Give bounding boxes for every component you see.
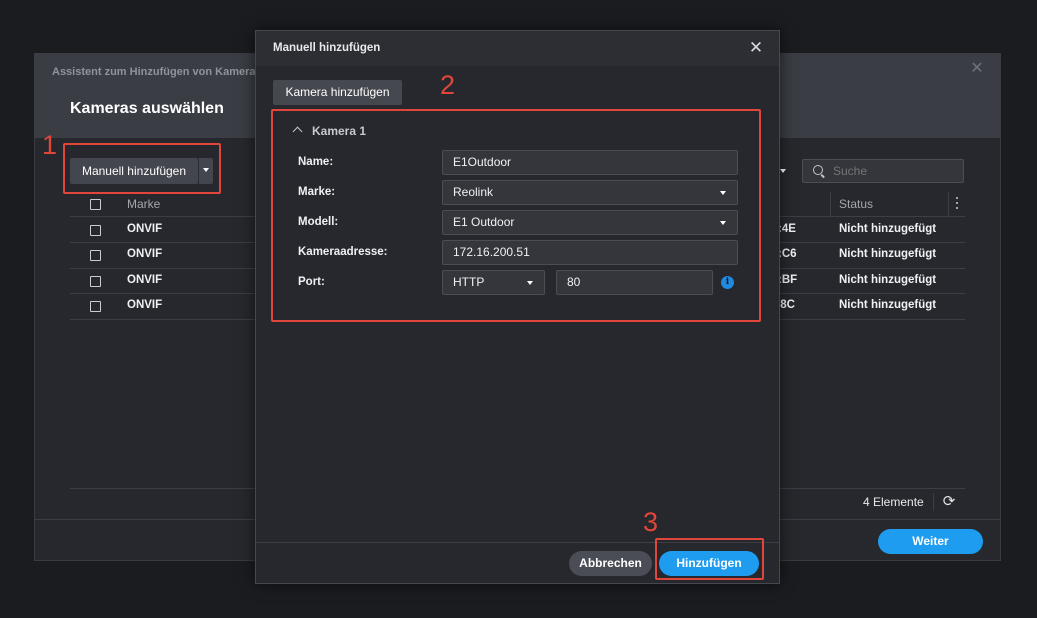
column-divider	[830, 192, 831, 216]
row-checkbox[interactable]	[90, 301, 101, 312]
annotation-number-1: 1	[42, 130, 58, 160]
more-vertical-icon[interactable]	[956, 197, 959, 209]
annotation-box-2	[271, 109, 761, 322]
caret-down-icon	[780, 169, 786, 173]
row-brand: ONVIF	[127, 248, 163, 260]
row-checkbox[interactable]	[90, 250, 101, 261]
row-brand: ONVIF	[127, 274, 163, 286]
column-divider	[948, 192, 949, 216]
row-mac: :C6	[778, 248, 797, 260]
refresh-icon[interactable]: ⟳	[938, 491, 960, 513]
row-mac: :4E	[778, 223, 796, 235]
wizard-close-icon[interactable]: ✕	[970, 61, 984, 77]
row-status: Nicht hinzugefügt	[839, 223, 937, 235]
row-checkbox[interactable]	[90, 276, 101, 287]
dialog-title: Manuell hinzufügen	[273, 42, 381, 54]
footer-divider	[933, 493, 934, 511]
row-brand: ONVIF	[127, 223, 163, 235]
page-title: Kameras auswählen	[70, 100, 224, 117]
annotation-box-1	[63, 143, 221, 194]
tab-add-camera[interactable]: Kamera hinzufügen	[273, 80, 402, 105]
row-checkbox[interactable]	[90, 225, 101, 236]
row-brand: ONVIF	[127, 299, 163, 311]
close-icon[interactable]: ✕	[748, 39, 764, 56]
row-status: Nicht hinzugefügt	[839, 248, 937, 260]
dialog-header: Manuell hinzufügen ✕	[256, 31, 779, 66]
annotation-box-3	[655, 538, 764, 580]
item-count: 4 Elemente	[863, 495, 924, 509]
cancel-button[interactable]: Abbrechen	[569, 551, 652, 576]
search-icon	[813, 165, 823, 175]
column-header-status[interactable]: Status	[839, 197, 873, 211]
search-box[interactable]	[802, 159, 964, 183]
row-mac: :BF	[778, 274, 798, 286]
annotation-number-3: 3	[643, 507, 659, 537]
select-all-checkbox[interactable]	[90, 199, 101, 210]
search-input[interactable]	[833, 160, 953, 182]
column-header-brand[interactable]: Marke	[127, 197, 160, 211]
row-status: Nicht hinzugefügt	[839, 299, 937, 311]
annotation-number-2: 2	[440, 70, 456, 100]
wizard-title: Assistent zum Hinzufügen von Kameras	[52, 66, 262, 78]
row-status: Nicht hinzugefügt	[839, 274, 937, 286]
next-button[interactable]: Weiter	[878, 529, 983, 554]
